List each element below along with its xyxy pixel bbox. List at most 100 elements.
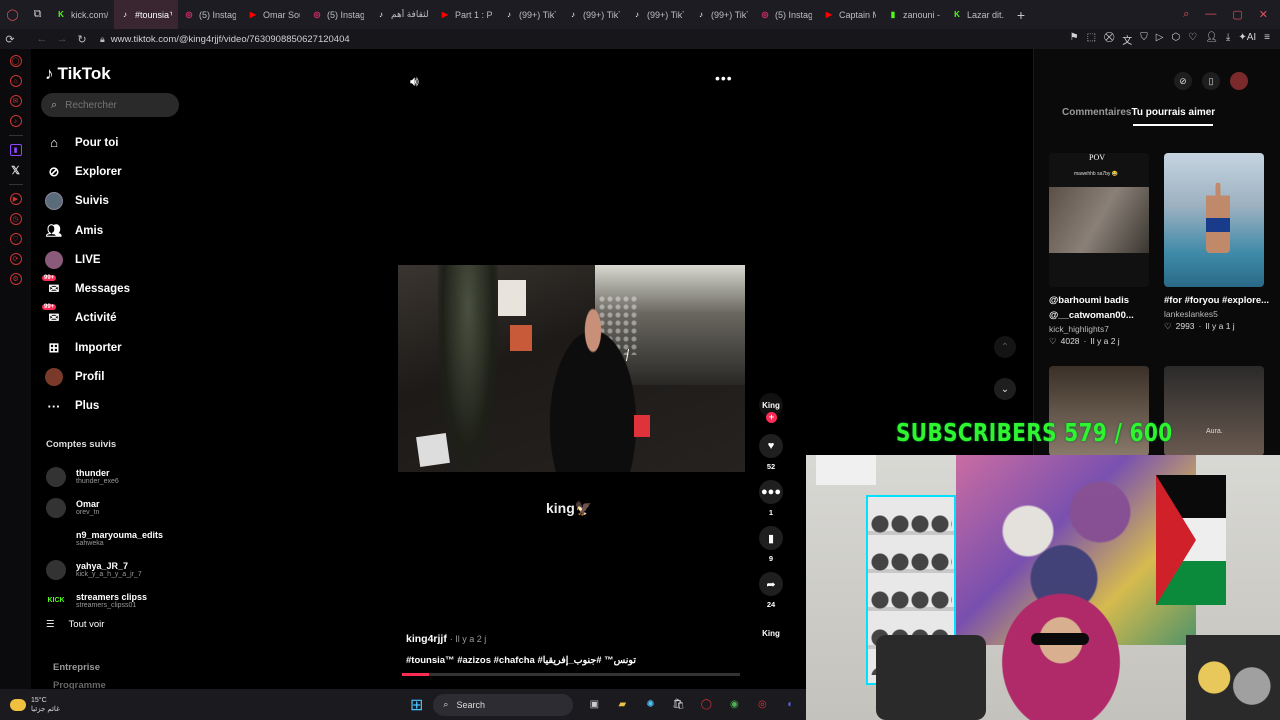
weather-widget[interactable]: 15°C غائم جزئيا (0, 696, 120, 714)
browser-tab[interactable]: ♪ (99+) TikT (626, 0, 690, 29)
close-window-icon[interactable]: ✕ (1259, 8, 1268, 21)
like-button[interactable]: ♥ (759, 434, 783, 458)
adblock-icon[interactable]: ⛒ (1104, 32, 1114, 47)
shopping-icon[interactable]: ⌂ (9, 75, 22, 87)
video-thumbnail[interactable]: Aura. (1164, 366, 1264, 456)
tiktok-logo[interactable]: ♪ TikTok (45, 64, 111, 84)
shield-icon[interactable]: ⛉ (1140, 32, 1148, 47)
nav-item[interactable]: 👥︎ Amis (45, 216, 130, 245)
card-title[interactable]: #for #foryou #explore... (1164, 293, 1274, 308)
tab-comments[interactable]: Commentaires (1062, 107, 1131, 118)
store-icon[interactable]: 🛍︎ (669, 696, 687, 714)
device-icon[interactable]: ▯ (1202, 72, 1220, 90)
windows-start-icon[interactable]: ⊞ (410, 695, 423, 715)
chrome-icon[interactable]: ◉ (725, 696, 743, 714)
comment-button[interactable]: ●●● (759, 480, 783, 504)
video-thumbnail[interactable] (1164, 153, 1264, 287)
browser-tab[interactable]: ◎ (5) Instag (178, 0, 242, 29)
search-tabs-icon[interactable]: ⌕ (1183, 8, 1189, 21)
opera-rail-icon[interactable]: ◯ (9, 55, 22, 67)
following-item[interactable]: yahya_JR_7 kick_y_a_h_y_a_jr_7 (46, 554, 163, 585)
browser-tab[interactable]: Kkick.com/j (50, 0, 114, 29)
music-icon[interactable]: ♪ (9, 115, 22, 127)
nav-item[interactable]: ✉ 99+ Messages (42, 274, 130, 303)
discord-icon[interactable]: ◐ (781, 696, 799, 714)
following-item[interactable]: KICK streamers clipss streamers_clipss01 (46, 585, 163, 616)
suggested-video-card[interactable]: POV mawehhb sa7by 😂 @barhoumi badis @__c… (1049, 153, 1159, 347)
following-item[interactable]: Omar orev_tn (46, 492, 163, 523)
download-icon[interactable]: ⤓ (1226, 32, 1230, 47)
save-button[interactable]: ▮ (759, 526, 783, 550)
translate-icon[interactable]: 文 (1122, 32, 1132, 47)
volume-icon[interactable]: 🔊︎ (410, 73, 419, 90)
next-video-button[interactable]: ⌄ (994, 378, 1016, 400)
video-player[interactable] (398, 265, 745, 472)
tabs-icon[interactable]: ⟳ (9, 253, 22, 265)
explore-icon[interactable]: ⊘ (1174, 72, 1192, 90)
see-all-link[interactable]: ☰ Tout voir (46, 619, 104, 630)
opera-taskbar-icon[interactable]: ◯ (697, 696, 715, 714)
user-avatar[interactable] (1230, 72, 1248, 90)
browser-tab[interactable]: ♪ (99+) TikT (498, 0, 562, 29)
nav-item[interactable]: ⊞ Importer (45, 333, 130, 362)
minimize-icon[interactable]: — (1205, 8, 1216, 21)
refresh-icon[interactable]: ↻ (72, 33, 92, 46)
browser-tab[interactable]: ♪ الثقافة أهم (370, 0, 434, 29)
tab-you-may-like[interactable]: Tu pourrais aimer (1131, 107, 1215, 118)
lock-icon[interactable]: 🔒︎ (100, 34, 105, 45)
nav-item[interactable]: ✉ 99+ Activité (42, 304, 130, 333)
menu-icon[interactable]: ≡ (1264, 32, 1270, 47)
browser-tab[interactable]: ◎ (5) Instag (754, 0, 818, 29)
author-name[interactable]: king4rjjf (406, 633, 447, 645)
chat-icon[interactable]: ✉ (9, 95, 22, 107)
following-item[interactable]: n9_maryouma_edits sahweka (46, 523, 163, 554)
more-options-icon[interactable]: ••• (715, 70, 733, 86)
browser-tab[interactable]: ▶ Omar Sou (242, 0, 306, 29)
card-user[interactable]: lankeslankes5 (1164, 309, 1274, 319)
x-icon[interactable]: 𝕏 (10, 164, 22, 177)
copilot-icon[interactable]: ✺ (641, 696, 659, 714)
card-user[interactable]: kick_highlights7 (1049, 324, 1159, 334)
browser-tab[interactable]: ♪ (99+) TikT (562, 0, 626, 29)
following-item[interactable]: thunder thunder_exe6 (46, 461, 163, 492)
new-tab-button[interactable]: + (1010, 7, 1032, 23)
ai-icon[interactable]: ✦AI (1238, 32, 1256, 47)
previous-video-button[interactable]: ⌃ (994, 336, 1016, 358)
history-icon[interactable]: ◷ (9, 213, 22, 225)
task-view-icon[interactable]: ▣ (585, 696, 603, 714)
player-icon[interactable]: ▶ (9, 193, 22, 205)
bookmark-icon[interactable]: ⚑ (1070, 32, 1079, 47)
browser-tab[interactable]: KLazar dit... (946, 0, 1010, 29)
opera-menu-icon[interactable]: ◯ (0, 0, 25, 29)
forward-icon[interactable]: → (52, 33, 72, 45)
taskbar-search[interactable]: ⌕ Search (433, 693, 574, 716)
nav-item[interactable]: ··· Plus (45, 392, 130, 421)
search-input[interactable] (65, 99, 166, 111)
share-button[interactable]: ➦ (759, 572, 783, 596)
browser-tab[interactable]: ♪#tounsia™ #azizos (114, 0, 178, 29)
extensions-icon[interactable]: ⬡ (1172, 32, 1181, 47)
reload-icon[interactable]: ⟳ (0, 33, 20, 46)
sound-disc[interactable]: King (760, 622, 782, 644)
heart-icon[interactable]: ♡ (1188, 32, 1197, 47)
card-title[interactable]: @barhoumi badis @__catwoman00... (1049, 293, 1159, 323)
browser-tab[interactable]: ▶Part 1 : PO (434, 0, 498, 29)
snapshot-icon[interactable]: ⬚ (1087, 32, 1096, 47)
author-avatar[interactable]: King + (759, 393, 783, 423)
video-thumbnail[interactable]: POV mawehhb sa7by 😂 (1049, 153, 1149, 287)
nav-item[interactable]: ⌂ Pour toi (45, 128, 130, 157)
maximize-icon[interactable]: ▢ (1232, 8, 1242, 21)
follow-plus-icon[interactable]: + (766, 412, 777, 423)
nav-item[interactable]: LIVE (45, 245, 130, 274)
video-author[interactable]: king4rjjf · Il y a 2 j (406, 633, 486, 645)
play-icon[interactable]: ▷ (1156, 32, 1164, 47)
settings-icon[interactable]: ⚙ (9, 273, 22, 285)
browser-tab[interactable]: ◎ (5) Instag (306, 0, 370, 29)
workspaces-icon[interactable]: ⧉ (25, 0, 50, 29)
nav-item[interactable]: Suivis (45, 187, 130, 216)
twitch-icon[interactable]: ▮ (9, 144, 22, 156)
suggested-video-card[interactable]: #for #foryou #explore... lankeslankes5 ♡… (1164, 153, 1274, 332)
search-bar[interactable]: ⌕ (41, 93, 179, 117)
browser-tab[interactable]: ♪ (99+) TikT (690, 0, 754, 29)
account-icon[interactable]: 👤︎ (1205, 32, 1218, 47)
